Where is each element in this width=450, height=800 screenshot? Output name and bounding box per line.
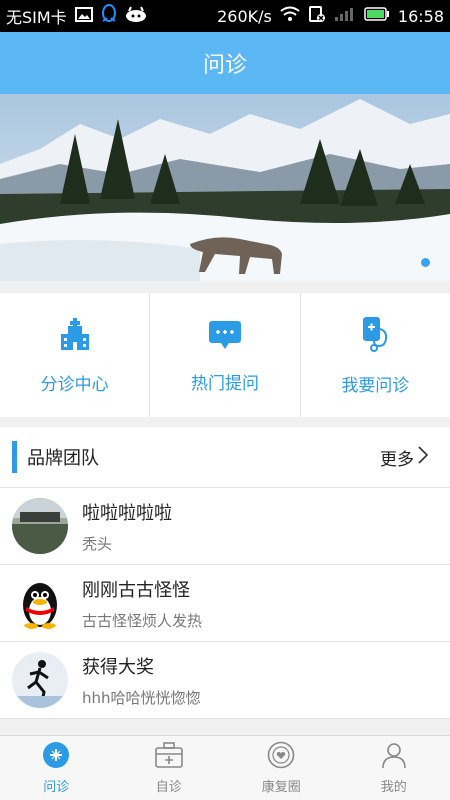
chat-bubble-icon — [207, 317, 243, 355]
consult-button[interactable]: 我要问诊 — [301, 293, 450, 417]
carrier-text: 无SIM卡 — [6, 4, 67, 28]
tab-label: 问诊 — [43, 776, 69, 795]
section-accent-bar — [12, 441, 17, 473]
tab-self-diagnosis[interactable]: 自诊 — [113, 736, 226, 800]
avatar — [12, 498, 68, 554]
bottom-tab-bar: 问诊 自诊 康复圈 我的 — [0, 735, 450, 800]
consult-tab-icon — [42, 741, 70, 773]
doctor-name: 获得大奖 — [82, 653, 201, 679]
status-bar: 无SIM卡 260K/s 16:58 — [0, 0, 450, 32]
triage-center-label: 分诊中心 — [41, 370, 109, 395]
list-item[interactable]: 刚刚古古怪怪 古古怪怪烦人发热 — [0, 565, 450, 642]
more-label: 更多 — [380, 445, 414, 470]
heart-circle-icon — [267, 741, 295, 773]
consult-label: 我要问诊 — [341, 371, 409, 396]
tab-label: 自诊 — [156, 776, 182, 795]
user-icon — [381, 741, 407, 773]
hot-questions-button[interactable]: 热门提问 — [150, 293, 300, 417]
tab-mine[interactable]: 我的 — [338, 736, 450, 800]
network-speed: 260K/s — [217, 7, 272, 26]
hospital-icon — [58, 316, 92, 356]
chevron-right-icon — [418, 446, 428, 469]
clock-text: 16:58 — [398, 7, 444, 26]
page-title: 问诊 — [203, 47, 247, 79]
battery-icon — [364, 6, 390, 26]
doctor-list: 啦啦啦啦啦 秃头 刚刚古古怪怪 古古怪怪烦人发热 获得大奖 hhh哈哈恍恍惚惚 — [0, 488, 450, 719]
brand-team-header: 品牌团队 更多 — [0, 427, 450, 488]
doctor-name: 刚刚古古怪怪 — [82, 576, 202, 602]
doctor-name: 啦啦啦啦啦 — [82, 499, 172, 525]
wifi-icon — [280, 6, 300, 26]
more-link[interactable]: 更多 — [380, 445, 428, 470]
signal-icon — [334, 6, 356, 26]
avatar — [12, 575, 68, 631]
tab-recovery-circle[interactable]: 康复圈 — [225, 736, 338, 800]
phone-stethoscope-icon — [360, 315, 390, 357]
list-item[interactable]: 啦啦啦啦啦 秃头 — [0, 488, 450, 565]
quick-actions: 分诊中心 热门提问 我要问诊 — [0, 293, 450, 417]
hot-questions-label: 热门提问 — [191, 369, 259, 394]
banner-image — [0, 94, 450, 281]
triage-center-button[interactable]: 分诊中心 — [0, 293, 150, 417]
tab-consult[interactable]: 问诊 — [0, 736, 113, 800]
sim-off-icon — [308, 5, 326, 27]
list-item[interactable]: 获得大奖 hhh哈哈恍恍惚惚 — [0, 642, 450, 719]
doctor-desc: 古古怪怪烦人发热 — [82, 610, 202, 631]
doctor-desc: hhh哈哈恍恍惚惚 — [82, 687, 201, 708]
banner-carousel[interactable] — [0, 94, 450, 281]
section-title: 品牌团队 — [27, 444, 99, 470]
medical-kit-icon — [154, 741, 184, 773]
qq-icon — [101, 4, 117, 28]
tab-label: 我的 — [381, 776, 407, 795]
doctor-desc: 秃头 — [82, 533, 172, 554]
image-icon — [75, 7, 93, 26]
avatar — [12, 652, 68, 708]
tab-label: 康复圈 — [262, 776, 301, 795]
carousel-indicator-dot[interactable] — [421, 258, 430, 267]
page-header: 问诊 — [0, 32, 450, 94]
mascot-icon — [125, 6, 147, 26]
